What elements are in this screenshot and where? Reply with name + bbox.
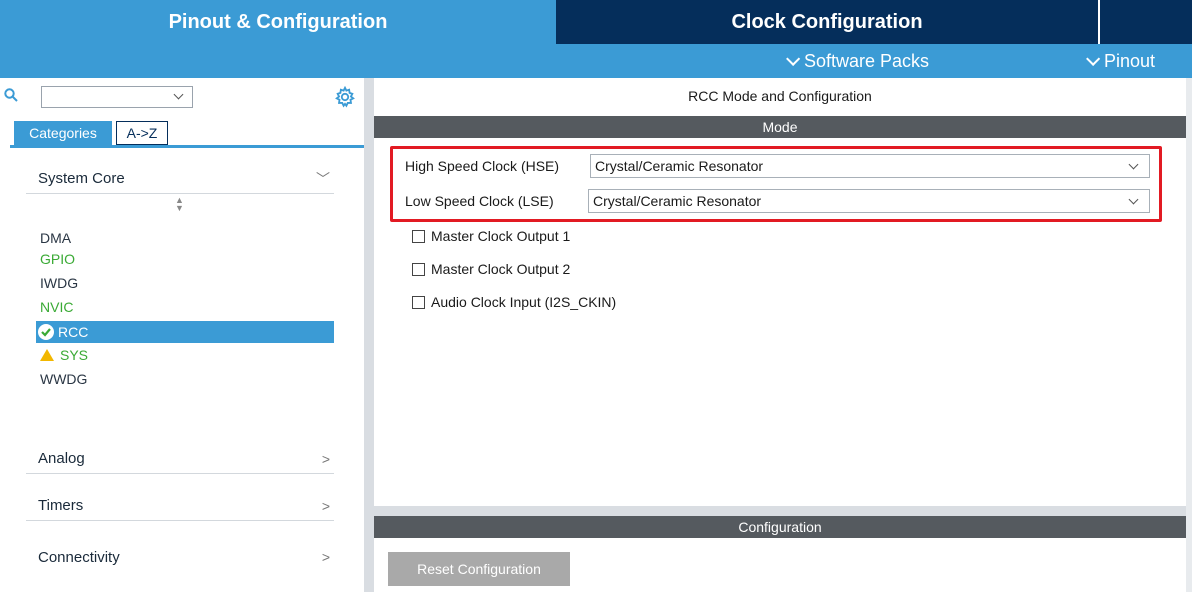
chevron-down-icon [786, 51, 801, 66]
chevron-right-icon: > [321, 450, 330, 467]
top-tab-bar: Pinout & Configuration Clock Configurati… [0, 0, 1192, 44]
scrollbar[interactable] [1186, 78, 1192, 592]
panel-splitter[interactable] [364, 78, 374, 592]
search-combo[interactable] [41, 86, 193, 108]
sub-toolbar: Software Packs Pinout [0, 44, 1192, 78]
section-system-core[interactable]: System Core ﹀ [26, 164, 334, 194]
pinout-menu-label: Pinout [1104, 50, 1156, 71]
hse-value: Crystal/Ceramic Resonator [595, 158, 764, 174]
item-label: SYS [60, 347, 89, 363]
item-label: WWDG [40, 371, 88, 387]
checkbox-label: Master Clock Output 2 [431, 261, 571, 277]
section-analog[interactable]: Analog > [26, 444, 334, 474]
list-item-dma[interactable]: DMA [40, 228, 71, 248]
chevron-down-icon: ﹀ [316, 170, 330, 187]
checkbox[interactable] [412, 229, 425, 243]
chevron-down-icon [1128, 159, 1139, 170]
chevron-right-icon: > [321, 497, 330, 514]
tab-underline [10, 145, 364, 148]
audio-clock-input-option[interactable]: Audio Clock Input (I2S_CKIN) [412, 292, 616, 312]
section-label: Connectivity [38, 548, 120, 566]
list-item-sys[interactable]: SYS [40, 345, 88, 365]
warning-icon [40, 349, 54, 361]
list-item-rcc[interactable]: RCC [36, 321, 334, 343]
software-packs-menu[interactable]: Software Packs [786, 44, 929, 78]
reset-configuration-button[interactable]: Reset Configuration [388, 552, 570, 586]
lse-label: Low Speed Clock (LSE) [405, 193, 554, 209]
tab-categories[interactable]: Categories [14, 121, 112, 145]
tab-overflow[interactable] [1098, 0, 1192, 44]
checkbox[interactable] [412, 262, 425, 276]
search-icon[interactable] [4, 88, 18, 102]
lse-select[interactable]: Crystal/Ceramic Resonator [588, 189, 1150, 213]
item-label: RCC [58, 324, 89, 340]
section-timers[interactable]: Timers > [26, 491, 334, 521]
section-label: Analog [38, 450, 85, 467]
chevron-right-icon: > [321, 549, 330, 565]
chevron-down-icon [173, 89, 184, 100]
tab-pinout-configuration[interactable]: Pinout & Configuration [0, 0, 556, 44]
lse-value: Crystal/Ceramic Resonator [593, 193, 762, 209]
hse-label: High Speed Clock (HSE) [405, 158, 560, 174]
hse-select[interactable]: Crystal/Ceramic Resonator [590, 154, 1150, 178]
chevron-down-icon [1128, 194, 1139, 205]
item-label: IWDG [40, 275, 79, 291]
item-label: NVIC [40, 299, 74, 315]
list-item-gpio[interactable]: GPIO [40, 249, 75, 269]
page-title: RCC Mode and Configuration [688, 88, 872, 104]
item-label: GPIO [40, 251, 76, 267]
master-clock-output-1-option[interactable]: Master Clock Output 1 [412, 226, 570, 246]
pinout-menu[interactable]: Pinout [1086, 44, 1155, 78]
checkbox-label: Master Clock Output 1 [431, 228, 571, 244]
section-connectivity[interactable]: Connectivity > [26, 542, 334, 572]
section-label: System Core [38, 170, 125, 187]
config-splitter[interactable] [374, 506, 1192, 516]
list-item-nvic[interactable]: NVIC [40, 297, 73, 317]
sort-icon[interactable]: ▲ ▼ [175, 196, 184, 213]
item-label: DMA [40, 230, 72, 246]
checkbox[interactable] [412, 295, 425, 309]
master-clock-output-2-option[interactable]: Master Clock Output 2 [412, 259, 570, 279]
tab-clock-configuration[interactable]: Clock Configuration [556, 0, 1098, 44]
section-label: Timers [38, 497, 84, 514]
list-item-iwdg[interactable]: IWDG [40, 273, 78, 293]
chevron-down-icon [1086, 51, 1101, 66]
software-packs-label: Software Packs [804, 50, 930, 71]
list-item-wwdg[interactable]: WWDG [40, 369, 87, 389]
checkbox-label: Audio Clock Input (I2S_CKIN) [431, 294, 617, 310]
tab-a-to-z[interactable]: A->Z [116, 121, 168, 145]
gear-icon[interactable] [334, 86, 356, 108]
check-icon [38, 324, 54, 340]
configuration-header: Configuration [374, 516, 1186, 538]
mode-header: Mode [374, 116, 1186, 138]
